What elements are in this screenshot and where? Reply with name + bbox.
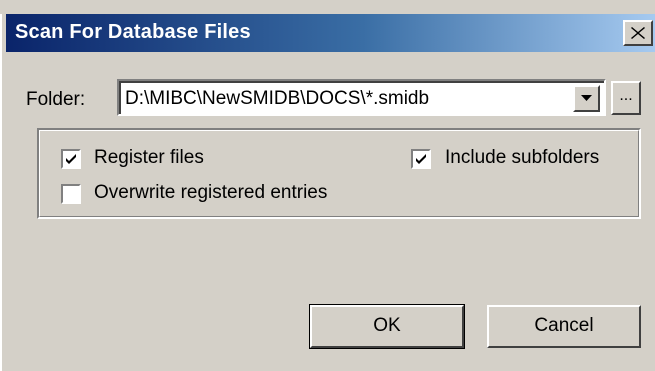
folder-label: Folder: bbox=[26, 89, 86, 110]
chevron-down-icon bbox=[581, 95, 592, 101]
folder-path-value[interactable]: D:\MIBC\NewSMIDB\DOCS\*.smidb bbox=[125, 88, 429, 110]
scan-dialog: Scan For Database Files Folder: D:\MIBC\… bbox=[0, 0, 655, 371]
include-subfolders-label[interactable]: Include subfolders bbox=[445, 147, 599, 169]
overwrite-entries-label[interactable]: Overwrite registered entries bbox=[94, 182, 327, 204]
cancel-button[interactable]: Cancel bbox=[487, 305, 641, 348]
browse-button[interactable]: ... bbox=[611, 81, 641, 115]
close-icon bbox=[631, 27, 645, 39]
close-button[interactable] bbox=[623, 20, 653, 46]
window-title: Scan For Database Files bbox=[15, 21, 251, 43]
register-files-checkbox[interactable] bbox=[61, 149, 81, 169]
overwrite-entries-checkbox[interactable] bbox=[61, 184, 81, 204]
checkmark-icon bbox=[416, 154, 426, 164]
ok-button[interactable]: OK bbox=[309, 304, 465, 349]
title-bar[interactable]: Scan For Database Files bbox=[6, 14, 655, 52]
checkmark-icon bbox=[66, 154, 76, 164]
options-group bbox=[37, 128, 641, 219]
register-files-label[interactable]: Register files bbox=[94, 147, 204, 169]
folder-dropdown-button[interactable] bbox=[573, 85, 600, 112]
include-subfolders-checkbox[interactable] bbox=[411, 149, 431, 169]
window-edge bbox=[0, 14, 6, 371]
folder-combobox[interactable]: D:\MIBC\NewSMIDB\DOCS\*.smidb bbox=[117, 79, 606, 116]
